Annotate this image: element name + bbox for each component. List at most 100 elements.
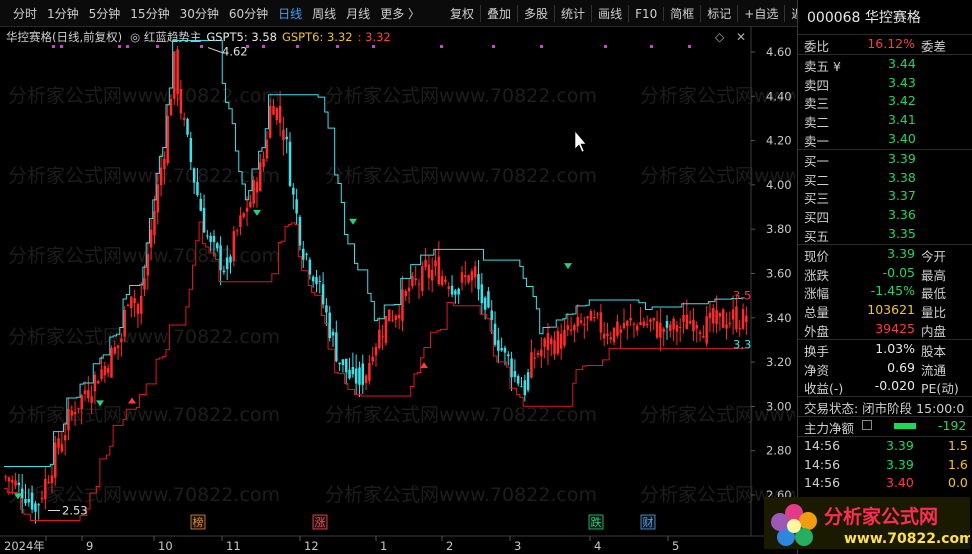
period-tab[interactable]: 15分钟	[125, 5, 174, 22]
candle-body	[265, 139, 269, 159]
period-tab[interactable]: 日线	[273, 5, 307, 22]
ask-price: 3.41	[888, 112, 916, 128]
candle-body	[606, 333, 609, 337]
toolbar-button[interactable]: 多股	[518, 5, 556, 22]
candle-body	[520, 386, 523, 388]
period-tab[interactable]: 分时	[8, 5, 42, 22]
high-annotation-line	[207, 47, 223, 54]
kline-chart-svg[interactable]: 分析家公式网www.70822.com 分析家公式网www.70822.com 分析…	[0, 27, 795, 554]
period-tab[interactable]: 月线	[341, 5, 375, 22]
candle-body	[27, 499, 31, 503]
candle-body	[721, 309, 725, 328]
period-tab[interactable]: 30分钟	[175, 5, 224, 22]
candle-body	[44, 478, 47, 500]
candle-body	[500, 348, 503, 351]
candle-body	[596, 313, 599, 315]
candle-body	[599, 312, 603, 333]
candle-body	[212, 236, 216, 243]
candle-body	[437, 256, 441, 285]
bid-label: 买四	[804, 210, 830, 226]
ask-price: 3.40	[888, 130, 916, 146]
toolbar-button[interactable]: 叠加	[481, 5, 519, 22]
candle-body	[467, 275, 470, 283]
period-tab[interactable]: 5分钟	[84, 5, 126, 22]
candle-body	[245, 207, 249, 212]
candle-body	[278, 105, 282, 124]
chart-header: 华控赛格(日线,前复权) ◎ 红蓝趋势主 GSPT5: 3.58 GSPT6: …	[6, 29, 391, 45]
gspt5-value: GSPT5: 3.58	[206, 30, 277, 44]
candle-body	[530, 352, 533, 378]
candle-body	[487, 291, 490, 308]
main-flow-value: -192	[938, 417, 967, 433]
bid-row: 买五 3.35	[798, 225, 972, 244]
sell-signal-arrow	[253, 209, 261, 216]
toolbar-button[interactable]: 简框	[664, 5, 702, 22]
candle-body	[450, 285, 454, 295]
candle-body	[338, 362, 341, 365]
signal-dot	[200, 45, 203, 48]
candle-body	[7, 477, 11, 482]
toolbar-button[interactable]: 统计	[555, 5, 593, 22]
candle-body	[348, 369, 351, 379]
chart-title: 华控赛格(日线,前复权)	[6, 30, 123, 44]
signal-dot	[440, 45, 443, 48]
candle-body	[563, 329, 566, 346]
candle-body	[447, 286, 451, 290]
period-tab[interactable]: 周线	[307, 5, 341, 22]
candle-body	[139, 295, 143, 314]
ask-label: 卖三	[804, 96, 830, 112]
toolbar-button[interactable]: 复权	[444, 5, 482, 22]
candle-body	[235, 230, 239, 232]
period-tab[interactable]: 更多 〉	[375, 5, 425, 22]
candle-body	[566, 325, 570, 330]
candle-body	[192, 168, 196, 183]
candle-body	[708, 312, 712, 319]
period-tab[interactable]: 1分钟	[42, 5, 84, 22]
toolbar-button[interactable]: 标记	[701, 5, 739, 22]
close-icon[interactable]: ✕	[736, 30, 746, 44]
candle-body	[698, 332, 702, 334]
y-tick-label: 3.20	[766, 355, 792, 369]
candle-body	[288, 141, 292, 187]
candle-body	[67, 409, 70, 431]
candle-body	[394, 315, 398, 320]
stat-label: 换手	[804, 343, 830, 359]
ask-price: 3.43	[888, 74, 916, 90]
candle-body	[275, 108, 279, 121]
kline-chart-panel[interactable]: 分析家公式网www.70822.com 分析家公式网www.70822.com 分析…	[0, 27, 795, 554]
toolbar-button[interactable]: F10	[629, 6, 665, 21]
candle-body	[272, 106, 275, 115]
candle-body	[682, 314, 685, 322]
toolbar-button[interactable]: +自选	[738, 5, 786, 22]
ask-list: 卖五 ¥ 3.44 卖四 3.43 卖三 3.42 卖二 3.41 卖一 3.40	[798, 55, 972, 149]
watermark-badge: 分析家公式网 www.70822.com	[764, 497, 970, 549]
low-annotation-label: 2.53	[62, 504, 88, 518]
candle-body	[384, 316, 388, 344]
candle-body	[692, 319, 695, 332]
stat-value: -1.45%	[870, 283, 915, 299]
candle-body	[655, 321, 659, 338]
signal-dot	[126, 45, 129, 48]
tick-price: 3.40	[886, 475, 914, 491]
tick-volume: 0.0	[948, 475, 968, 491]
menu-icon[interactable]	[862, 419, 872, 430]
watermark-text: 分析家公式网www.70822.com	[325, 484, 597, 506]
stat-row: 涨幅 -1.45% 最低	[798, 282, 972, 301]
diamond-icon[interactable]: ◇	[715, 30, 724, 44]
candle-body	[639, 322, 642, 326]
stat-label-right: 今开	[921, 248, 947, 264]
y-tick-label: 3.40	[766, 311, 792, 325]
indicator-name[interactable]: ◎ 红蓝趋势主	[130, 29, 201, 45]
candle-body	[387, 309, 391, 322]
stat-label-right: 流通	[921, 362, 947, 378]
candle-body	[17, 482, 21, 486]
candle-body	[344, 358, 348, 373]
candle-body	[735, 306, 738, 330]
signal-dot	[604, 45, 607, 48]
period-tab[interactable]: 60分钟	[224, 5, 273, 22]
candle-body	[526, 372, 530, 391]
candle-body	[219, 245, 222, 271]
candle-body	[63, 435, 67, 441]
toolbar-button[interactable]: 画线	[592, 5, 630, 22]
candle-body	[120, 338, 123, 343]
